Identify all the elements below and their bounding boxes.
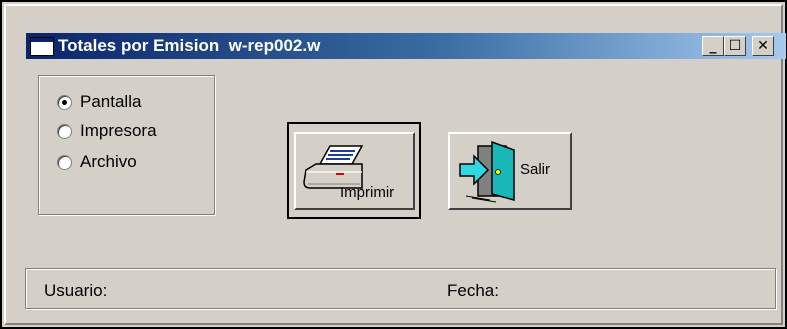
minimize-icon: _ bbox=[709, 38, 717, 54]
title-bar[interactable]: Totales por Emision w-rep002.w _ ☐ ✕ bbox=[18, 27, 787, 60]
radio-button-checked[interactable] bbox=[57, 94, 72, 110]
date-label: Fecha: bbox=[447, 281, 499, 300]
close-icon: ✕ bbox=[757, 38, 769, 54]
maximize-button[interactable]: ☐ bbox=[724, 36, 746, 56]
status-bar: Usuario: Fecha: bbox=[25, 268, 776, 309]
radio-button[interactable] bbox=[57, 154, 72, 170]
output-options-group: Pantalla Impresora Archivo bbox=[38, 75, 215, 215]
radio-label: Pantalla bbox=[80, 92, 142, 111]
radio-impresora[interactable]: Impresora bbox=[57, 120, 157, 142]
radio-button[interactable] bbox=[57, 123, 72, 139]
user-label: Usuario: bbox=[44, 281, 108, 300]
application-window-icon[interactable] bbox=[30, 37, 54, 56]
radio-pantalla[interactable]: Pantalla bbox=[57, 91, 141, 113]
print-button-label: Imprimir bbox=[340, 184, 395, 201]
radio-label: Impresora bbox=[80, 121, 157, 140]
exit-button[interactable]: Salir bbox=[448, 132, 572, 210]
window-title: Totales por Emision w-rep002.w bbox=[58, 36, 321, 55]
exit-button-label: Salir bbox=[520, 161, 551, 178]
report-window: Totales por Emision w-rep002.w _ ☐ ✕ Pan… bbox=[0, 0, 787, 329]
close-button[interactable]: ✕ bbox=[752, 36, 774, 56]
minimize-button[interactable]: _ bbox=[702, 36, 724, 56]
radio-label: Archivo bbox=[80, 152, 137, 171]
exit-door-icon bbox=[459, 140, 515, 203]
print-button[interactable]: Imprimir bbox=[294, 132, 415, 210]
radio-archivo[interactable]: Archivo bbox=[57, 151, 137, 173]
maximize-icon: ☐ bbox=[728, 38, 742, 54]
